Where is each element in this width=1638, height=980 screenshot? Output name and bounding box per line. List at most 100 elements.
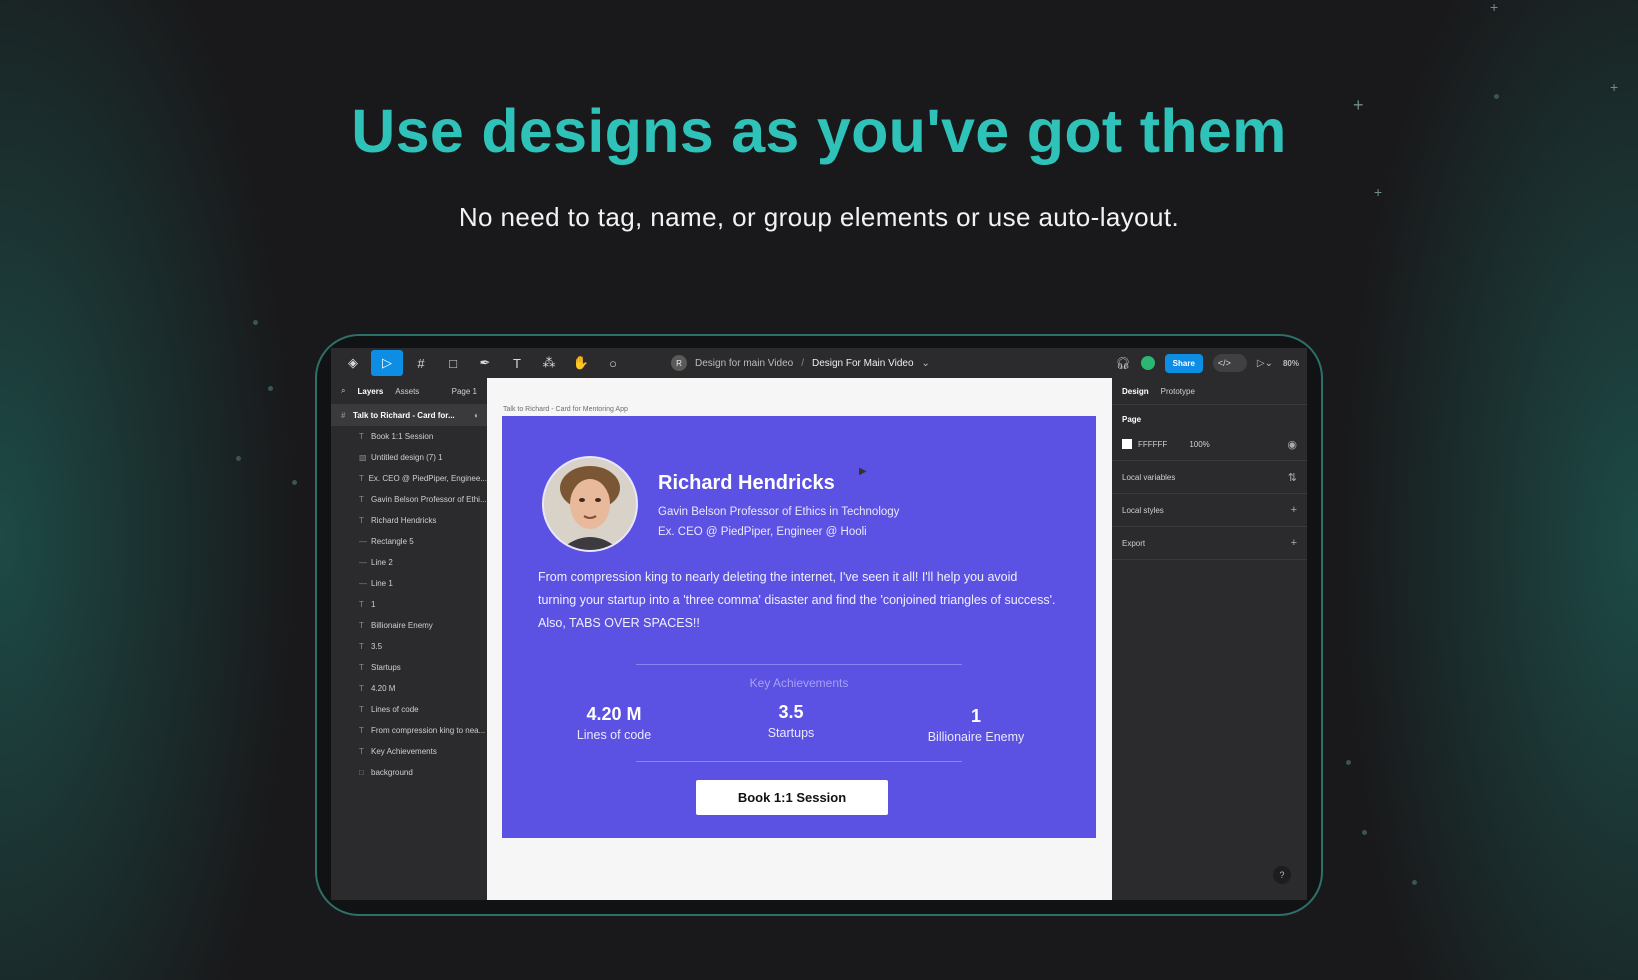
local-variables-row[interactable]: Local variables ⇅ xyxy=(1112,461,1307,494)
export-label: Export xyxy=(1122,538,1146,548)
layer-row[interactable]: T Gavin Belson Professor of Ethi... xyxy=(331,489,487,510)
mouse-cursor-icon: ▶ xyxy=(859,466,867,477)
layer-row[interactable]: T 4.20 M xyxy=(331,678,487,699)
add-icon[interactable]: + xyxy=(1291,504,1297,516)
layer-row[interactable]: T Billionaire Enemy xyxy=(331,615,487,636)
move-tool-icon[interactable]: ▷ xyxy=(371,350,403,376)
local-variables-label: Local variables xyxy=(1122,472,1176,482)
chevron-down-icon[interactable]: ⌄ xyxy=(922,358,930,369)
divider xyxy=(636,761,962,762)
frame-tool-icon[interactable]: # xyxy=(407,350,435,376)
layer-label: 3.5 xyxy=(371,642,383,651)
layer-row[interactable]: — Line 2 xyxy=(331,552,487,573)
layer-row[interactable]: T Ex. CEO @ PiedPiper, Enginee... xyxy=(331,468,487,489)
layer-row[interactable]: □ background xyxy=(331,762,487,783)
sparkle-icon: + xyxy=(1610,79,1619,95)
layer-row[interactable]: T1 xyxy=(331,594,487,615)
mentor-name: Richard Hendricks xyxy=(658,472,835,494)
add-icon[interactable]: + xyxy=(1291,537,1297,549)
present-icon[interactable]: ▷⌄ xyxy=(1257,358,1273,369)
hero-subtitle: No need to tag, name, or group elements … xyxy=(458,202,1180,232)
layer-row[interactable]: T Startups xyxy=(331,657,487,678)
rectangle-tool-icon[interactable]: □ xyxy=(439,350,467,376)
frame-label[interactable]: Talk to Richard - Card for Mentoring App xyxy=(503,406,628,413)
page-fill-hex[interactable]: FFFFFF xyxy=(1138,440,1167,449)
breadcrumb-separator: / xyxy=(801,357,804,369)
share-button[interactable]: Share xyxy=(1164,353,1203,373)
text-layer-icon: T xyxy=(359,747,364,756)
stat-label: Billionaire Enemy xyxy=(927,730,1025,744)
file-name[interactable]: Design For Main Video xyxy=(812,358,914,369)
layer-label: Gavin Belson Professor of Ethi... xyxy=(371,495,487,504)
file-owner-avatar: R xyxy=(671,355,687,371)
zoom-level[interactable]: 80% xyxy=(1283,359,1299,368)
stat-startups: 3.5 Startups xyxy=(711,702,871,740)
mentor-role: Gavin Belson Professor of Ethics in Tech… xyxy=(658,506,900,518)
layer-label: background xyxy=(371,768,413,777)
tab-design[interactable]: Design xyxy=(1122,387,1149,396)
page-selector[interactable]: Page 1 xyxy=(452,387,477,396)
eye-icon[interactable]: ◉ xyxy=(1287,438,1297,451)
book-session-button[interactable]: Book 1:1 Session xyxy=(696,780,888,815)
layer-row[interactable]: — Rectangle 5 xyxy=(331,531,487,552)
layer-label: Lines of code xyxy=(371,705,419,714)
layer-row[interactable]: T Richard Hendricks xyxy=(331,510,487,531)
comment-tool-icon[interactable]: ○ xyxy=(599,350,627,376)
rect-layer-icon: □ xyxy=(359,768,364,777)
tab-layers[interactable]: Layers xyxy=(357,387,383,396)
text-tool-icon[interactable]: T xyxy=(503,350,531,376)
settings-icon[interactable]: ⇅ xyxy=(1288,471,1297,484)
mentor-photo xyxy=(542,456,638,552)
headphones-icon[interactable]: 🎧︎ xyxy=(1115,356,1130,370)
user-avatar[interactable] xyxy=(1140,356,1155,370)
stat-label: Lines of code xyxy=(576,728,652,742)
mentor-card[interactable]: Richard Hendricks Gavin Belson Professor… xyxy=(502,416,1096,838)
text-layer-icon: T xyxy=(359,642,364,651)
layer-row[interactable]: ▧ Untitled design (7) 1 xyxy=(331,447,487,468)
text-layer-icon: T xyxy=(359,495,364,504)
local-styles-row[interactable]: Local styles + xyxy=(1112,494,1307,527)
figma-menu-icon[interactable]: ◈ xyxy=(339,350,367,376)
layer-label: Line 1 xyxy=(371,579,393,588)
line-layer-icon: — xyxy=(359,537,367,546)
layer-row[interactable]: — Line 1 xyxy=(331,573,487,594)
layer-row[interactable]: T Key Achievements xyxy=(331,741,487,762)
layer-row[interactable]: T Lines of code xyxy=(331,699,487,720)
layer-row[interactable]: T Book 1:1 Session xyxy=(331,426,487,447)
help-button[interactable]: ? xyxy=(1273,866,1291,884)
sparkle-icon: + xyxy=(1374,184,1383,200)
search-icon[interactable]: ⌕ xyxy=(341,386,345,396)
layer-row[interactable]: T From compression king to nea... xyxy=(331,720,487,741)
tab-assets[interactable]: Assets xyxy=(395,387,419,396)
figma-toolbar: ◈ ▷ # □ ✒ T ⁂ ✋ ○ R Design for main Vide… xyxy=(331,348,1307,378)
decorative-dot xyxy=(1362,830,1367,835)
hero-title: Use designs as you've got them xyxy=(351,97,1287,165)
layer-frame[interactable]: # Talk to Richard - Card for... ◐ xyxy=(331,405,487,426)
page-fill-row[interactable]: FFFFFF 100% ◉ xyxy=(1112,428,1307,461)
text-layer-icon: T xyxy=(359,600,364,609)
layer-label: Ex. CEO @ PiedPiper, Enginee... xyxy=(368,474,487,483)
image-layer-icon: ▧ xyxy=(359,453,367,462)
mentor-experience: Ex. CEO @ PiedPiper, Engineer @ Hooli xyxy=(658,526,867,538)
layer-row[interactable]: T 3.5 xyxy=(331,636,487,657)
page-fill-opacity[interactable]: 100% xyxy=(1189,440,1209,449)
export-row[interactable]: Export + xyxy=(1112,527,1307,560)
components-tool-icon[interactable]: ⁂ xyxy=(535,350,563,376)
text-layer-icon: T xyxy=(359,474,364,483)
pen-tool-icon[interactable]: ✒ xyxy=(471,350,499,376)
layer-list: T Book 1:1 Session ▧ Untitled design (7) 1 T… xyxy=(331,426,487,783)
visibility-icon[interactable]: ◐ xyxy=(474,411,479,420)
canvas[interactable]: Talk to Richard - Card for Mentoring App… xyxy=(487,378,1112,900)
hand-tool-icon[interactable]: ✋ xyxy=(567,350,595,376)
stat-value: 4.20 M xyxy=(586,704,642,724)
color-swatch[interactable] xyxy=(1122,439,1132,449)
project-name[interactable]: Design for main Video xyxy=(695,358,793,369)
properties-panel: Design Prototype Page FFFFFF 100% ◉ Loca… xyxy=(1112,378,1307,900)
mentor-bio: From compression king to nearly deleting… xyxy=(538,570,1056,630)
dev-mode-toggle[interactable]: </> xyxy=(1212,354,1247,372)
tab-prototype[interactable]: Prototype xyxy=(1161,387,1195,396)
device-frame: ◈ ▷ # □ ✒ T ⁂ ✋ ○ R Design for main Vide… xyxy=(315,334,1323,916)
decorative-dot xyxy=(1346,760,1351,765)
decorative-dot xyxy=(292,480,297,485)
stat-lines-of-code: 4.20 M Lines of code xyxy=(534,704,694,742)
